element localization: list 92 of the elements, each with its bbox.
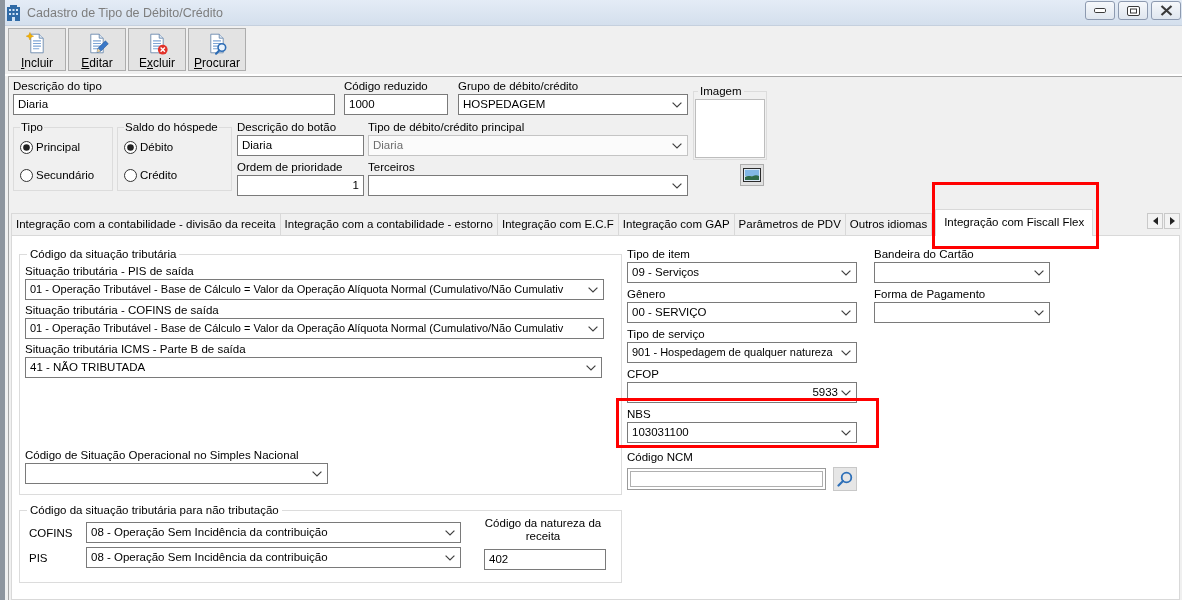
triangle-left-icon <box>1152 217 1158 225</box>
radio-option[interactable]: Crédito <box>124 167 178 183</box>
field-label: Grupo de débito/crédito <box>458 79 580 93</box>
chevron-down-icon <box>841 269 851 276</box>
chevron-down-icon <box>672 182 682 189</box>
field-label: Terceiros <box>368 160 416 174</box>
field-label: Ordem de prioridade <box>237 160 344 174</box>
group-title: Código da situação tributária para não tributação <box>29 503 280 517</box>
search-button[interactable] <box>833 467 857 491</box>
tab[interactable]: Integração com a contabilidade - divisão da receita <box>11 213 281 235</box>
maximize-button[interactable] <box>1118 1 1148 20</box>
chevron-down-icon <box>588 286 598 293</box>
dropdown[interactable] <box>874 302 1050 323</box>
chevron-down-icon <box>586 364 596 371</box>
chevron-down-icon <box>841 429 851 436</box>
dropdown[interactable]: HOSPEDAGEM <box>458 94 688 115</box>
dropdown[interactable]: 00 - SERVIÇO <box>627 302 857 323</box>
chevron-down-icon <box>1034 309 1044 316</box>
field-label: Tipo de serviço <box>627 327 706 341</box>
field-label: Situação tributária - COFINS de saída <box>25 303 220 317</box>
chevron-down-icon <box>445 554 455 561</box>
maximize-icon <box>1126 5 1140 16</box>
radio-option[interactable]: Principal <box>20 139 81 155</box>
field-label: Descrição do botão <box>237 120 338 134</box>
chevron-down-icon <box>672 142 682 149</box>
field-label: Forma de Pagamento <box>874 287 987 301</box>
triangle-right-icon <box>1169 217 1175 225</box>
delete-button[interactable]: Excluir <box>128 28 186 71</box>
dropdown[interactable] <box>874 262 1050 283</box>
minimize-icon <box>1094 8 1106 13</box>
window-title: Cadastro de Tipo de Débito/Crédito <box>27 5 223 20</box>
field-label: Tipo de item <box>627 247 691 261</box>
dropdown[interactable]: 08 - Operação Sem Incidência da contribuição <box>86 547 461 568</box>
scroll-right-button[interactable] <box>1164 213 1180 229</box>
search-button[interactable]: Procurar <box>188 28 246 71</box>
dropdown[interactable]: 08 - Operação Sem Incidência da contribuição <box>86 522 461 543</box>
chevron-down-icon <box>588 325 598 332</box>
field-label: Código da natureza da receita <box>483 517 603 543</box>
field-label: COFINS <box>29 526 74 539</box>
chevron-down-icon <box>841 349 851 356</box>
tab[interactable]: Outros idiomas <box>844 213 933 235</box>
image-button[interactable] <box>740 164 764 186</box>
field-label: Bandeira do Cartão <box>874 247 975 261</box>
field-label: Código NCM <box>627 450 694 464</box>
chevron-down-icon <box>1034 269 1044 276</box>
field-label: Situação tributária ICMS - Parte B de saída <box>25 342 247 356</box>
group-title: Saldo do hóspede <box>124 120 219 134</box>
scroll-left-button[interactable] <box>1147 213 1163 229</box>
dropdown[interactable]: 01 - Operação Tributável - Base de Cálculo = Valor da Operação Alíquota Normal (Cumulativo/Não Cumulativ <box>25 279 604 300</box>
field-label: Situação tributária - PIS de saída <box>25 264 195 278</box>
field-label: NBS <box>627 407 652 421</box>
chevron-down-icon <box>445 529 455 536</box>
group-title: Imagem <box>699 84 743 98</box>
text-field[interactable]: Diaria <box>237 135 364 156</box>
dropdown[interactable]: 09 - Serviços <box>627 262 857 283</box>
dropdown[interactable]: 901 - Hospedagem de qualquer natureza <box>627 342 857 363</box>
text-field[interactable]: 1 <box>237 175 364 196</box>
text-field[interactable]: 1000 <box>344 94 448 115</box>
radio-option[interactable]: Secundário <box>20 167 95 183</box>
edit-button[interactable]: Editar <box>68 28 126 71</box>
group-title: Código da situação tributária <box>29 247 178 261</box>
field-label: Gênero <box>627 287 667 301</box>
close-icon <box>1159 5 1173 16</box>
tab[interactable]: Integração com Fiscall Flex <box>935 209 1094 236</box>
radio-option[interactable]: Débito <box>124 139 174 155</box>
group-title: Tipo <box>20 120 44 134</box>
add-button[interactable]: Incluir <box>8 28 66 71</box>
dropdown: Diaria <box>368 135 688 156</box>
chevron-down-icon <box>672 101 682 108</box>
field-label: Código de Situação Operacional no Simples Nacional <box>25 448 300 462</box>
dropdown[interactable]: 01 - Operação Tributável - Base de Cálculo = Valor da Operação Alíquota Normal (Cumulativo/Não Cumulativ <box>25 318 604 339</box>
text-field[interactable]: 402 <box>484 549 606 570</box>
building-icon <box>7 4 20 21</box>
field-label: CFOP <box>627 367 660 381</box>
field-label: Tipo de débito/crédito principal <box>368 120 526 134</box>
chevron-down-icon <box>312 470 322 477</box>
dropdown[interactable] <box>368 175 688 196</box>
chevron-down-icon <box>841 309 851 316</box>
picture-icon <box>743 168 761 182</box>
dropdown[interactable] <box>25 463 328 484</box>
search-icon <box>837 471 854 487</box>
chevron-down-icon <box>841 389 851 396</box>
dropdown[interactable]: 41 - NÃO TRIBUTADA <box>25 357 602 378</box>
minimize-button[interactable] <box>1085 1 1115 20</box>
field-label: Código reduzido <box>344 79 429 93</box>
image-preview <box>695 99 765 158</box>
close-button[interactable] <box>1151 1 1181 20</box>
field-label: Descrição do tipo <box>13 79 103 93</box>
field-label: PIS <box>29 551 49 564</box>
text-field[interactable]: Diaria <box>13 94 335 115</box>
text-field[interactable] <box>627 468 827 490</box>
dropdown[interactable]: 103031100 <box>627 422 857 443</box>
